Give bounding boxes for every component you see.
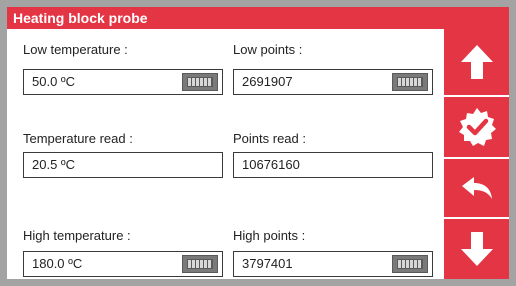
keyboard-icon[interactable] — [182, 255, 218, 273]
keyboard-icon[interactable] — [182, 73, 218, 91]
back-button[interactable] — [444, 159, 509, 217]
check-badge-icon — [458, 108, 496, 146]
low-points-field[interactable]: 2691907 — [233, 69, 433, 95]
app-window: Heating block probe Low temperature : 50… — [0, 0, 516, 286]
keyboard-icon[interactable] — [392, 255, 428, 273]
low-temperature-field[interactable]: 50.0 ºC — [23, 69, 223, 95]
low-temperature-value: 50.0 ºC — [32, 74, 76, 89]
points-read-value: 10676160 — [242, 157, 300, 172]
confirm-button[interactable] — [444, 97, 509, 157]
points-read-label: Points read : — [233, 131, 306, 146]
content-panel: Low temperature : 50.0 ºC Low points : 2… — [7, 29, 444, 279]
window-title: Heating block probe — [7, 7, 509, 29]
scroll-up-button[interactable] — [444, 29, 509, 95]
high-points-field[interactable]: 3797401 — [233, 251, 433, 277]
low-temperature-label: Low temperature : — [23, 42, 128, 57]
back-arrow-icon — [461, 177, 492, 199]
temperature-read-value: 20.5 ºC — [32, 157, 76, 172]
scroll-down-button[interactable] — [444, 219, 509, 279]
high-temperature-field[interactable]: 180.0 ºC — [23, 251, 223, 277]
temperature-read-label: Temperature read : — [23, 131, 133, 146]
high-points-label: High points : — [233, 228, 306, 243]
high-temperature-value: 180.0 ºC — [32, 256, 83, 271]
keyboard-icon[interactable] — [392, 73, 428, 91]
side-toolbar — [444, 29, 509, 279]
low-points-label: Low points : — [233, 42, 303, 57]
high-points-value: 3797401 — [242, 256, 293, 271]
temperature-read-field: 20.5 ºC — [23, 152, 223, 178]
arrow-down-icon — [460, 232, 493, 266]
high-temperature-label: High temperature : — [23, 228, 131, 243]
low-points-value: 2691907 — [242, 74, 293, 89]
points-read-field: 10676160 — [233, 152, 433, 178]
arrow-up-icon — [460, 45, 493, 79]
